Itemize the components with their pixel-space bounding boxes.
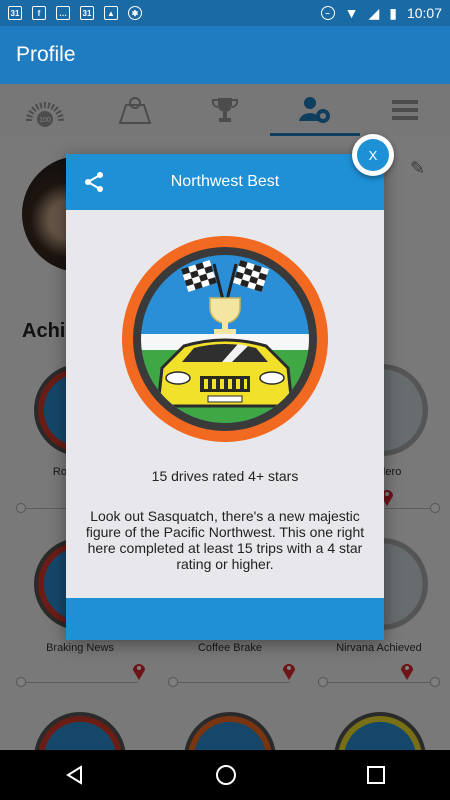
facebook-icon: f	[32, 6, 46, 20]
back-icon[interactable]	[65, 765, 85, 785]
dialog-footer	[66, 598, 384, 640]
calendar-icon: 31	[80, 6, 94, 20]
northwest-best-badge	[122, 236, 328, 442]
calendar-icon: 31	[8, 6, 22, 20]
signal-icon: ◢	[368, 4, 380, 21]
app-icon: ✱	[128, 6, 142, 20]
do-not-disturb-icon: –	[320, 6, 335, 20]
home-icon[interactable]	[215, 764, 237, 786]
battery-icon: ▮	[389, 4, 397, 21]
car-icon	[156, 338, 294, 408]
navigation-bar	[0, 750, 450, 800]
page-title: Profile	[16, 43, 76, 66]
share-icon[interactable]	[82, 170, 106, 194]
achievement-dialog: Northwest Best 15 drives rated 4+ stars …	[66, 154, 384, 640]
image-icon: ▲	[104, 6, 118, 20]
dialog-header: Northwest Best	[66, 154, 384, 210]
wifi-icon: ▼	[344, 5, 359, 21]
app-bar: Profile	[0, 26, 450, 84]
message-icon: …	[56, 6, 70, 20]
dialog-title: Northwest Best	[170, 173, 280, 190]
clock: 10:07	[406, 5, 442, 21]
achievement-subtitle: 15 drives rated 4+ stars	[151, 468, 299, 484]
status-bar: 31 f … 31 ▲ ✱ – ▼ ◢ ▮ 10:07	[0, 0, 450, 26]
close-button[interactable]: X	[352, 134, 394, 176]
achievement-description: Look out Sasquatch, there's a new majest…	[85, 508, 365, 572]
close-label: X	[357, 139, 389, 171]
recents-icon[interactable]	[367, 766, 385, 784]
